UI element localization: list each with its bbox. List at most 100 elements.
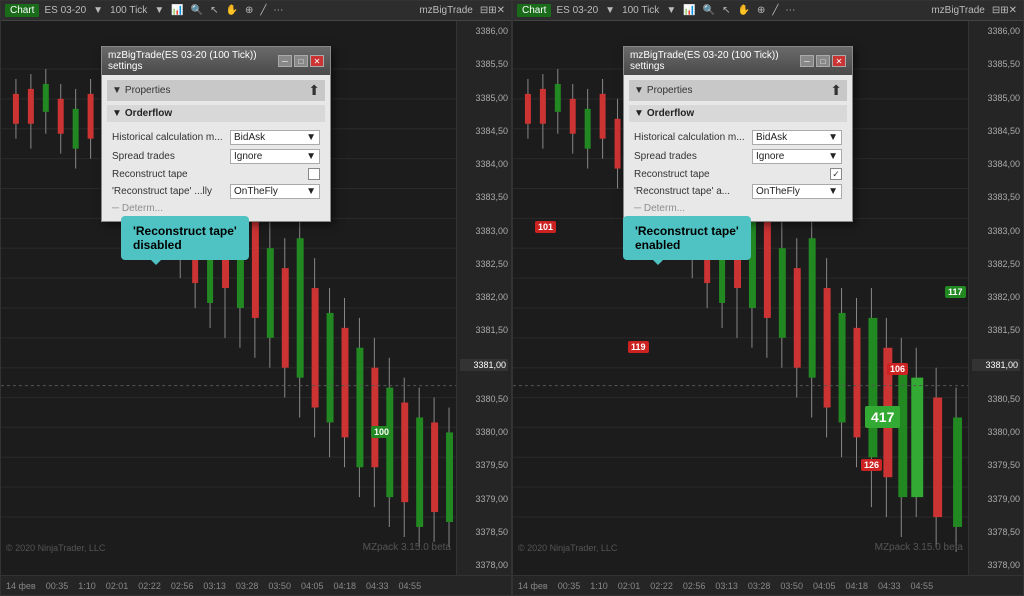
right-price-3382-50: 3382,50 — [972, 259, 1020, 269]
right-dropdown-fly-arrow: ▼ — [828, 186, 838, 197]
price-3378: 3378,00 — [460, 560, 508, 570]
left-section-arrow: ▼ — [112, 85, 122, 96]
left-row-partial: ─ Determ... — [107, 201, 325, 216]
right-price-3380-50: 3380,50 — [972, 394, 1020, 404]
right-instrument[interactable]: ES 03-20 — [554, 5, 600, 16]
right-tooltip: 'Reconstruct tape'enabled — [623, 216, 751, 260]
left-section-label: Properties — [125, 85, 171, 96]
left-checkbox-reconstruct[interactable] — [308, 168, 320, 180]
left-row-reconstruct-fly: 'Reconstruct tape' ...lly OnTheFly ▼ — [107, 182, 325, 201]
left-more-icon[interactable]: ⋯ — [271, 5, 285, 16]
left-bar-icon[interactable]: 📊 — [169, 5, 185, 16]
right-subsection-arrow: ▼ — [634, 108, 644, 119]
right-dialog-close[interactable]: ✕ — [832, 55, 846, 67]
right-section-scroll[interactable]: ⬆ — [830, 82, 842, 99]
right-dialog-title: mzBigTrade(ES 03-20 (100 Tick)) settings — [630, 50, 800, 72]
left-nav-arrow[interactable]: ❯ — [509, 290, 511, 307]
right-dropdown-reconstruct-fly[interactable]: OnTheFly ▼ — [752, 184, 842, 199]
right-window-btns[interactable]: ⊟⊞✕ — [990, 5, 1019, 16]
right-zoom-icon[interactable]: ⊕ — [755, 5, 767, 16]
right-dropdown-historical-value: BidAsk — [756, 132, 787, 143]
right-search-icon[interactable]: 🔍 — [701, 5, 717, 16]
right-line-icon[interactable]: ╱ — [770, 5, 780, 16]
left-dialog-minimize[interactable]: ─ — [278, 55, 292, 67]
left-tick-size[interactable]: 100 Tick — [108, 5, 149, 16]
price-3381-highlighted: 3381,00 — [460, 359, 508, 371]
right-dialog-minimize[interactable]: ─ — [800, 55, 814, 67]
left-dialog-subsection: ▼ Orderflow — [107, 105, 325, 122]
left-dropdown-arrow2[interactable]: ▼ — [152, 5, 166, 16]
price-3385: 3385,00 — [460, 93, 508, 103]
left-dropdown-arrow[interactable]: ▼ — [91, 5, 105, 16]
right-price-3379: 3379,00 — [972, 494, 1020, 504]
left-time-5: 02:56 — [171, 581, 194, 591]
left-label-historical: Historical calculation m... — [112, 132, 226, 143]
right-tick-size[interactable]: 100 Tick — [620, 5, 661, 16]
right-checkbox-reconstruct[interactable] — [830, 168, 842, 180]
left-row-historical: Historical calculation m... BidAsk ▼ — [107, 128, 325, 147]
left-dialog-controls: ─ □ ✕ — [278, 55, 324, 67]
left-dialog-title: mzBigTrade(ES 03-20 (100 Tick)) settings — [108, 50, 278, 72]
right-hand-icon[interactable]: ✋ — [736, 5, 752, 16]
left-cursor-icon[interactable]: ↖ — [208, 5, 220, 16]
left-section-scroll[interactable]: ⬆ — [308, 82, 320, 99]
left-tooltip-text: 'Reconstruct tape'disabled — [133, 224, 237, 252]
right-label-historical: Historical calculation m... — [634, 132, 748, 143]
price-3379: 3379,00 — [460, 494, 508, 504]
right-bar-icon[interactable]: 📊 — [681, 5, 697, 16]
right-marker-126: 126 — [861, 459, 882, 471]
right-nav-arrow[interactable]: ❯ — [1021, 290, 1023, 307]
left-time-11: 04:33 — [366, 581, 389, 591]
left-subsection-label: Orderflow — [125, 108, 172, 119]
right-price-3381-highlighted: 3381,00 — [972, 359, 1020, 371]
left-dropdown-spread-value: Ignore — [234, 151, 262, 162]
right-marker-117: 117 — [945, 286, 966, 298]
left-time-3: 02:01 — [106, 581, 129, 591]
left-window-btns[interactable]: ⊟⊞✕ — [478, 5, 507, 16]
right-cursor-icon[interactable]: ↖ — [720, 5, 732, 16]
price-3380-50: 3380,50 — [460, 394, 508, 404]
right-marker-119: 119 — [628, 341, 649, 353]
price-3384-50: 3384,50 — [460, 126, 508, 136]
right-dropdown-arrow2[interactable]: ▼ — [664, 5, 678, 16]
right-more-icon[interactable]: ⋯ — [783, 5, 797, 16]
left-dialog-maximize[interactable]: □ — [294, 55, 308, 67]
left-line-icon[interactable]: ╱ — [258, 5, 268, 16]
right-price-scale: 3386,00 3385,50 3385,00 3384,50 3384,00 … — [968, 21, 1023, 575]
left-dropdown-historical[interactable]: BidAsk ▼ — [230, 130, 320, 145]
right-label-reconstruct: Reconstruct tape — [634, 169, 826, 180]
right-dialog-maximize[interactable]: □ — [816, 55, 830, 67]
right-time-12: 04:55 — [911, 581, 934, 591]
right-dropdown-historical[interactable]: BidAsk ▼ — [752, 130, 842, 145]
right-dropdown-spread[interactable]: Ignore ▼ — [752, 149, 842, 164]
left-instrument[interactable]: ES 03-20 — [42, 5, 88, 16]
right-dialog-body: ▼ Properties ⬆ ▼ Orderflow Historical ca… — [624, 75, 852, 221]
right-time-3: 02:01 — [618, 581, 641, 591]
left-zoom-icon[interactable]: ⊕ — [243, 5, 255, 16]
right-time-0: 14 фев — [518, 581, 548, 591]
right-row-reconstruct: Reconstruct tape — [629, 166, 847, 182]
right-price-3379-50: 3379,50 — [972, 460, 1020, 470]
right-row-reconstruct-fly: 'Reconstruct tape' a... OnTheFly ▼ — [629, 182, 847, 201]
left-dropdown-spread[interactable]: Ignore ▼ — [230, 149, 320, 164]
left-row-spread: Spread trades Ignore ▼ — [107, 147, 325, 166]
right-marker-101: 101 — [535, 221, 556, 233]
right-price-3385: 3385,00 — [972, 93, 1020, 103]
left-marker-100: 100 — [371, 426, 392, 438]
left-hand-icon[interactable]: ✋ — [224, 5, 240, 16]
right-time-10: 04:18 — [845, 581, 868, 591]
right-price-3380: 3380,00 — [972, 427, 1020, 437]
left-dialog-close[interactable]: ✕ — [310, 55, 324, 67]
right-label-partial: ─ Determ... — [634, 203, 842, 214]
right-price-3382: 3382,00 — [972, 292, 1020, 302]
left-chart-label: Chart — [5, 4, 39, 17]
right-dropdown-arrow[interactable]: ▼ — [603, 5, 617, 16]
left-toolbar: Chart ES 03-20 ▼ 100 Tick ▼ 📊 🔍 ↖ ✋ ⊕ ╱ … — [1, 1, 511, 21]
left-dropdown-reconstruct-fly[interactable]: OnTheFly ▼ — [230, 184, 320, 199]
left-search-icon[interactable]: 🔍 — [189, 5, 205, 16]
right-dialog-controls: ─ □ ✕ — [800, 55, 846, 67]
left-footer: © 2020 NinjaTrader, LLC — [6, 543, 105, 553]
price-3380: 3380,00 — [460, 427, 508, 437]
left-settings-dialog: mzBigTrade(ES 03-20 (100 Tick)) settings… — [101, 46, 331, 222]
right-dialog-section: ▼ Properties ⬆ — [629, 80, 847, 101]
